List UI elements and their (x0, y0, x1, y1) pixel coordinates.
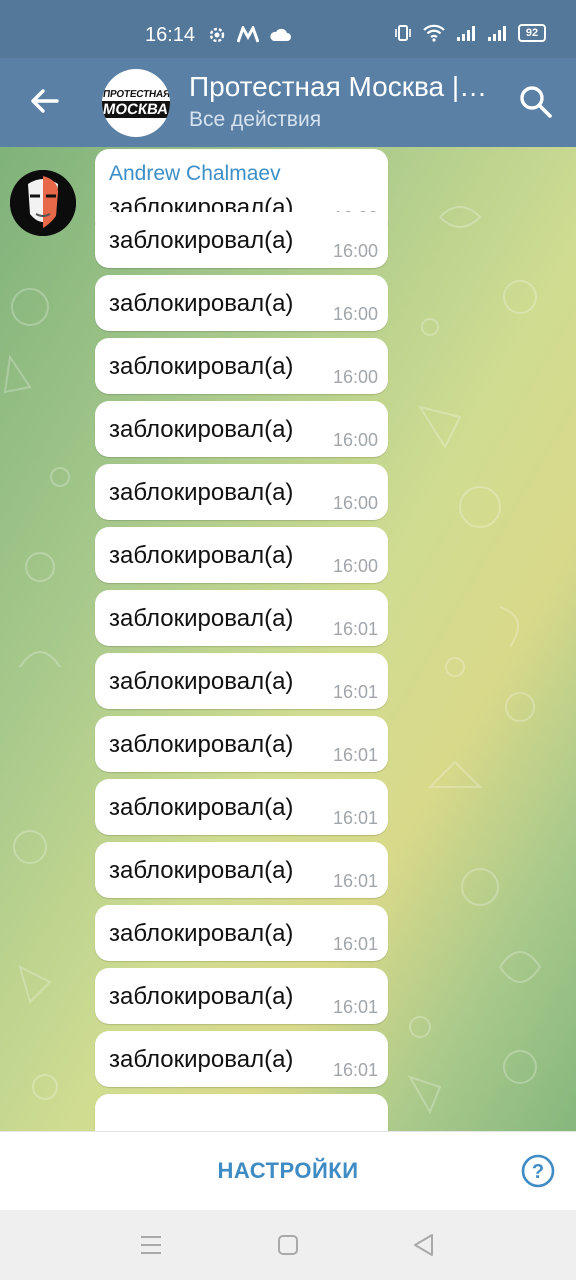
help-icon[interactable]: ? (521, 1154, 555, 1188)
message-text: заблокировал(а) (109, 731, 294, 758)
message-time: 16:01 (332, 619, 378, 639)
bottom-bar: НАСТРОЙКИ ? (0, 1131, 576, 1211)
message-time: 16:00 (332, 304, 378, 324)
message-bubble[interactable]: заблокировал(а) 16:01 (95, 590, 388, 646)
channel-avatar[interactable]: ПРОТЕСТНАЯ МОСКВА (102, 69, 170, 137)
status-time: 16:14 (145, 24, 196, 46)
sender-name[interactable]: Andrew Chalmaev (109, 162, 281, 186)
message-bubble[interactable]: заблокировал(а) 16:01 (95, 968, 388, 1024)
message-bubble[interactable]: заблокировал(а) 16:01 (95, 842, 388, 898)
chat-area[interactable]: Andrew Chalmaevзаблокировал(а)16:00забло… (0, 147, 576, 1131)
message-text: заблокировал(а) (109, 668, 294, 695)
menu-icon[interactable] (139, 1233, 163, 1257)
message-text: заблокировал(а) (109, 290, 294, 317)
status-bar: 16:14 92 (0, 0, 576, 58)
message-time: 16:01 (332, 1060, 378, 1080)
user-avatar[interactable] (10, 170, 76, 236)
logo-top-text: ПРОТЕСТНАЯ (102, 88, 170, 100)
channel-subtitle: Все действия (189, 108, 322, 131)
home-icon[interactable] (276, 1233, 300, 1257)
message-time: 16:01 (332, 871, 378, 891)
status-icons-right: 92 (394, 24, 546, 42)
message-text: заблокировал(а) (109, 920, 294, 947)
message-bubble-partial[interactable] (95, 1094, 388, 1131)
message-time: 16:00 (332, 367, 378, 387)
message-text: заблокировал(а) (109, 1046, 294, 1073)
vibrate-icon (395, 25, 411, 41)
settings-icon (209, 27, 225, 43)
message-bubble[interactable]: заблокировал(а) 16:00 (95, 338, 388, 394)
metro-icon (237, 26, 259, 43)
message-bubble[interactable]: заблокировал(а) 16:00 (95, 527, 388, 583)
wifi-icon (423, 24, 445, 42)
message-bubble[interactable]: заблокировал(а) 16:01 (95, 905, 388, 961)
message-text: заблокировал(а) (109, 227, 294, 254)
message-time: 16:00 (332, 493, 378, 513)
signal-icon (488, 26, 506, 41)
back-button[interactable] (24, 80, 66, 122)
message-time: 16:01 (332, 997, 378, 1017)
message-time: 16:01 (332, 682, 378, 702)
message-time: 16:01 (332, 745, 378, 765)
message-text: заблокировал(а) (109, 479, 294, 506)
message-time: 16:00 (332, 556, 378, 576)
message-time: 16:01 (332, 808, 378, 828)
message-text: заблокировал(а) (109, 983, 294, 1010)
message-bubble[interactable]: заблокировал(а) 16:01 (95, 779, 388, 835)
system-nav-bar (0, 1210, 576, 1280)
settings-button[interactable]: НАСТРОЙКИ (0, 1158, 576, 1184)
message-text: заблокировал(а) (109, 857, 294, 884)
message-bubble[interactable]: заблокировал(а) 16:01 (95, 716, 388, 772)
channel-title[interactable]: Протестная Москва |… (189, 71, 487, 103)
signal-icon (457, 26, 475, 41)
message-time: 16:00 (332, 241, 378, 261)
message-bubble[interactable]: заблокировал(а) 16:00 (95, 212, 388, 268)
battery-icon: 92 (518, 24, 546, 42)
message-text: заблокировал(а) (109, 416, 294, 443)
chat-header: ПРОТЕСТНАЯ МОСКВА Протестная Москва |… В… (0, 58, 576, 147)
message-text: заблокировал(а) (109, 794, 294, 821)
message-text: заблокировал(а) (109, 605, 294, 632)
status-icons-left (207, 25, 291, 45)
message-bubble[interactable]: заблокировал(а) 16:00 (95, 401, 388, 457)
cloud-icon (270, 28, 291, 41)
message-bubble[interactable]: заблокировал(а) 16:01 (95, 653, 388, 709)
message-bubble[interactable]: заблокировал(а) 16:01 (95, 1031, 388, 1087)
message-time: 16:01 (332, 934, 378, 954)
search-icon[interactable] (518, 84, 554, 120)
message-text: заблокировал(а) (109, 353, 294, 380)
message-bubble[interactable]: заблокировал(а) 16:00 (95, 464, 388, 520)
message-text: заблокировал(а) (109, 542, 294, 569)
message-bubble[interactable]: заблокировал(а) 16:00 (95, 275, 388, 331)
back-triangle-icon[interactable] (412, 1233, 436, 1257)
message-time: 16:00 (332, 430, 378, 450)
svg-text:?: ? (532, 1161, 544, 1183)
avatar-image (10, 170, 76, 236)
logo-bottom-text: МОСКВА (102, 100, 170, 118)
